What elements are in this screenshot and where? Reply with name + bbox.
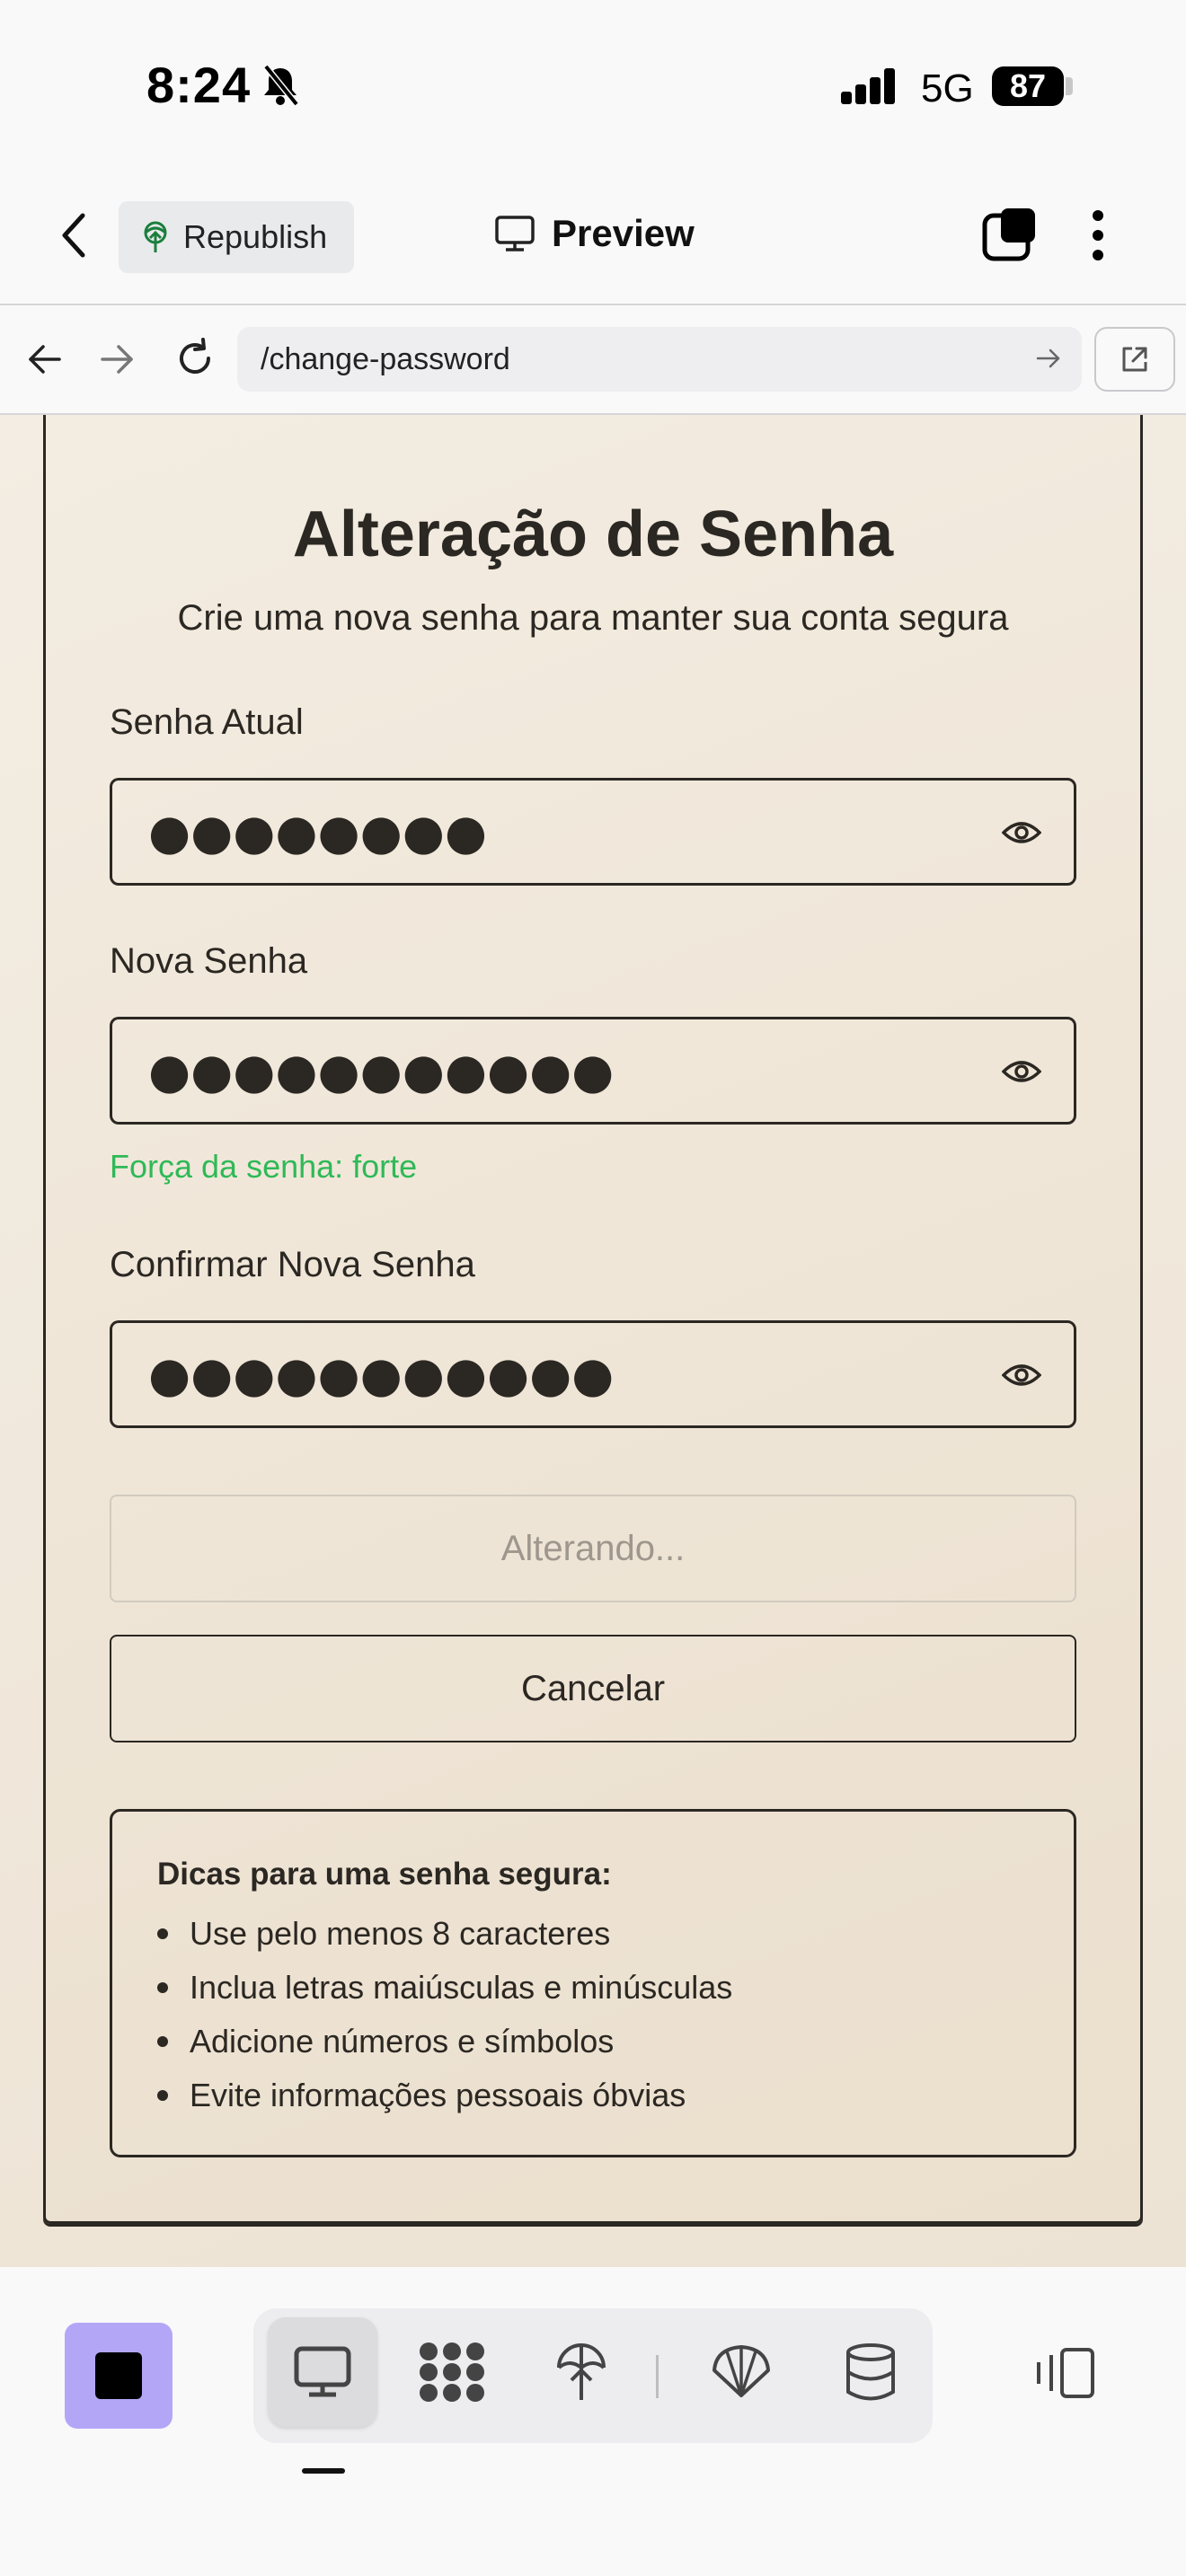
divider	[0, 304, 1186, 305]
password-tips-box: Dicas para uma senha segura: Use pelo me…	[110, 1809, 1076, 2157]
battery-level: 87	[1009, 67, 1047, 104]
eye-icon[interactable]	[1002, 1357, 1041, 1393]
more-options-icon[interactable]	[1091, 208, 1105, 262]
tool-apps[interactable]	[397, 2317, 507, 2427]
confirm-password-value: ●●●●●●●●●●●	[148, 1345, 615, 1403]
new-password-value: ●●●●●●●●●●●	[148, 1042, 615, 1099]
eye-icon[interactable]	[1002, 1054, 1041, 1090]
password-strength: Força da senha: forte	[110, 1148, 418, 1185]
signal-icon	[841, 68, 895, 104]
monitor-icon	[294, 2346, 351, 2397]
bell-muted-icon	[263, 65, 299, 106]
url-field[interactable]: /change-password	[237, 327, 1082, 392]
tip-item: Use pelo menos 8 caracteres	[157, 1907, 1074, 1961]
stop-icon	[95, 2352, 142, 2399]
tool-separator	[656, 2355, 659, 2398]
tool-database[interactable]	[816, 2317, 925, 2427]
preview-label: Preview	[552, 212, 695, 254]
new-password-label: Nova Senha	[110, 941, 308, 981]
stop-button[interactable]	[65, 2323, 173, 2429]
nav-forward-icon[interactable]	[99, 341, 135, 377]
republish-label: Republish	[183, 218, 328, 255]
deploy-icon	[557, 2343, 606, 2400]
tip-item: Inclua letras maiúsculas e minúsculas	[157, 1961, 1074, 2015]
current-password-field[interactable]: ●●●●●●●●	[110, 778, 1076, 886]
reload-icon[interactable]	[173, 336, 217, 381]
network-type: 5G	[921, 66, 974, 110]
cancel-button[interactable]: Cancelar	[110, 1635, 1076, 1742]
status-time: 8:24	[146, 57, 252, 113]
database-icon	[846, 2343, 895, 2401]
tips-list: Use pelo menos 8 caracteres Inclua letra…	[157, 1907, 1074, 2122]
page-subtitle: Crie uma nova senha para manter sua cont…	[177, 598, 1009, 638]
status-bar: 8:24 5G 87	[0, 0, 1186, 171]
apps-icon	[420, 2342, 484, 2402]
submit-button[interactable]: Alterando...	[110, 1495, 1076, 1602]
confirm-password-label: Confirmar Nova Senha	[110, 1245, 475, 1284]
external-link-icon	[1122, 347, 1147, 372]
tool-group	[253, 2308, 933, 2443]
go-arrow-icon[interactable]	[1035, 345, 1062, 372]
current-password-label: Senha Atual	[110, 702, 304, 742]
panel-toggle-icon[interactable]	[1033, 2346, 1098, 2400]
monitor-icon	[495, 216, 535, 251]
new-password-field[interactable]: ●●●●●●●●●●●	[110, 1017, 1076, 1125]
tool-preview[interactable]	[268, 2317, 377, 2427]
tip-item: Adicione números e símbolos	[157, 2015, 1074, 2069]
tabs-switcher-icon[interactable]	[981, 205, 1039, 262]
republish-icon	[144, 221, 167, 252]
active-tab-indicator	[302, 2468, 345, 2474]
tool-shell[interactable]	[686, 2317, 796, 2427]
tool-deploy[interactable]	[527, 2317, 636, 2427]
tips-title: Dicas para uma senha segura:	[157, 1857, 612, 1892]
url-text: /change-password	[261, 341, 510, 376]
tip-item: Evite informações pessoais óbvias	[157, 2069, 1074, 2122]
nav-back-icon[interactable]	[27, 341, 63, 377]
eye-icon[interactable]	[1002, 815, 1041, 851]
open-external-button[interactable]	[1094, 327, 1175, 392]
battery-tip	[1066, 77, 1073, 95]
shell-icon	[712, 2345, 770, 2397]
current-password-value: ●●●●●●●●	[148, 803, 487, 860]
preview-tab[interactable]: Preview	[494, 212, 695, 255]
republish-button[interactable]: Republish	[119, 201, 354, 273]
webview: Alteração de Senha Crie uma nova senha p…	[0, 415, 1186, 2267]
battery-indicator: 87	[992, 66, 1064, 106]
confirm-password-field[interactable]: ●●●●●●●●●●●	[110, 1320, 1076, 1428]
back-chevron-icon[interactable]	[56, 208, 92, 262]
bottom-toolbar	[0, 2267, 1186, 2576]
page-title: Alteração de Senha	[292, 498, 894, 570]
